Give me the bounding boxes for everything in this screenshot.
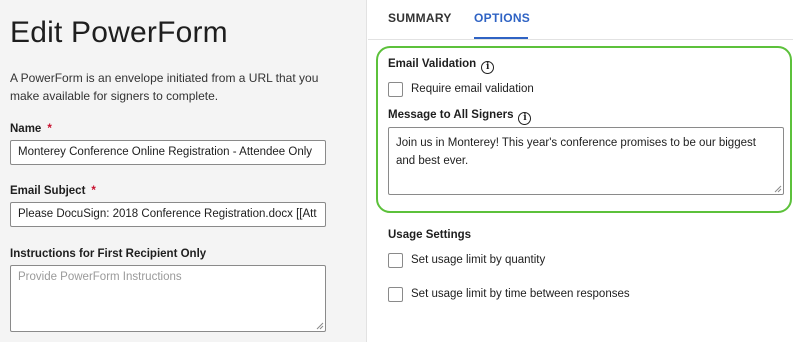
page-title: Edit PowerForm	[10, 16, 228, 49]
name-input[interactable]: Monterey Conference Online Registration …	[10, 140, 326, 165]
usage-limit-time-checkbox[interactable]	[388, 287, 403, 302]
instructions-label: Instructions for First Recipient Only	[10, 248, 207, 260]
info-circle-icon[interactable]: i	[518, 112, 532, 125]
email-validation-heading: Email Validation i	[388, 58, 495, 74]
message-textarea[interactable]: Join us in Monterey! This year's confere…	[388, 127, 784, 195]
tab-options[interactable]: OPTIONS	[474, 11, 530, 25]
email-subject-label: Email Subject *	[10, 185, 96, 197]
instructions-textarea[interactable]: Provide PowerForm Instructions	[10, 265, 326, 332]
tab-summary[interactable]: SUMMARY	[388, 11, 452, 25]
tab-bar: SUMMARY OPTIONS	[368, 0, 793, 40]
instructions-placeholder: Provide PowerForm Instructions	[18, 271, 182, 283]
active-tab-indicator	[474, 37, 528, 39]
require-email-validation-checkbox[interactable]	[388, 82, 403, 97]
usage-limit-quantity-checkbox[interactable]	[388, 253, 403, 268]
require-email-validation-label[interactable]: Require email validation	[411, 83, 534, 95]
message-label: Message to All Signers	[388, 109, 514, 121]
email-validation-label: Email Validation	[388, 58, 477, 70]
info-circle-icon[interactable]: i	[481, 61, 495, 74]
resize-handle-icon[interactable]	[315, 321, 324, 330]
required-marker: *	[47, 123, 52, 135]
page-description: A PowerForm is an envelope initiated fro…	[10, 71, 319, 103]
message-text: Join us in Monterey! This year's confere…	[396, 137, 756, 167]
email-subject-input[interactable]: Please DocuSign: 2018 Conference Registr…	[10, 202, 326, 227]
usage-settings-heading: Usage Settings	[388, 229, 472, 241]
message-heading: Message to All Signers i	[388, 109, 532, 125]
name-label-text: Name	[10, 123, 42, 135]
resize-handle-icon[interactable]	[773, 184, 782, 193]
required-marker: *	[91, 185, 96, 197]
name-label: Name *	[10, 123, 52, 135]
usage-limit-time-label[interactable]: Set usage limit by time between response…	[411, 288, 630, 300]
usage-limit-quantity-label[interactable]: Set usage limit by quantity	[411, 254, 545, 266]
email-subject-label-text: Email Subject	[10, 185, 86, 197]
left-panel: Edit PowerForm A PowerForm is an envelop…	[0, 0, 367, 342]
